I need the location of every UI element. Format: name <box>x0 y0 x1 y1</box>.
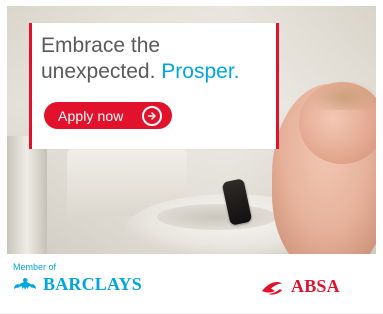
apply-now-label: Apply now <box>58 107 124 124</box>
photo-toilet-hole <box>157 204 277 230</box>
photo-pipe <box>7 136 47 254</box>
photo-baby-hair <box>310 80 376 110</box>
headline-line-1: Embrace the <box>41 34 161 57</box>
barclays-eagle-icon <box>14 277 36 290</box>
headline: Embrace the unexpected. Prosper. <box>41 33 273 85</box>
panel-right-accent-bar <box>276 23 279 149</box>
headline-prosper: Prosper. <box>161 60 240 83</box>
absa-logo: ABSA <box>259 276 340 297</box>
member-of-text: Member of <box>13 262 57 272</box>
barclays-logo: BARCLAYS <box>13 274 142 295</box>
arrow-right-circle-icon <box>142 105 162 126</box>
absa-wordmark: ABSA <box>291 276 340 296</box>
barclays-wordmark: BARCLAYS <box>43 274 142 294</box>
headline-line-2-prefix: unexpected. <box>41 60 156 83</box>
barclays-absa-banner-ad[interactable]: Embrace the unexpected. Prosper. Apply n… <box>0 0 383 314</box>
absa-logo-icon <box>262 281 282 295</box>
apply-now-button[interactable]: Apply now <box>44 102 172 129</box>
headline-line-2: unexpected. Prosper. <box>41 59 273 85</box>
